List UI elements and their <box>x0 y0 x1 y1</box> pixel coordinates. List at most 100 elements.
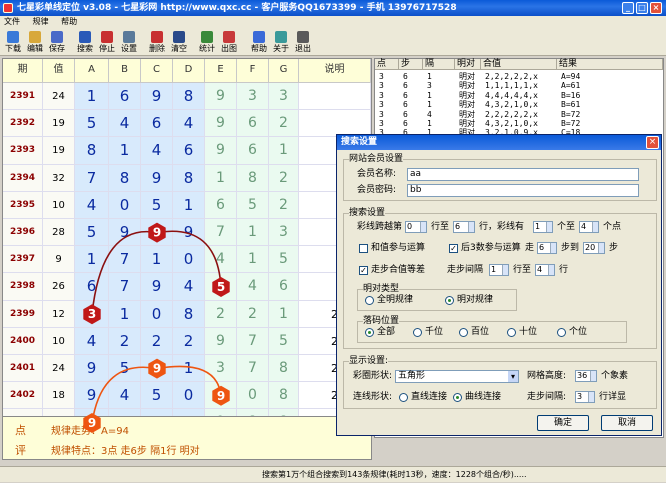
marker-digit: 9 <box>153 362 161 376</box>
result-column-header[interactable]: 隔 <box>423 59 455 70</box>
points-from[interactable]: 1 <box>533 221 553 233</box>
result-column-header[interactable]: 点 <box>375 59 399 70</box>
summary-label: 评 <box>15 444 26 457</box>
toolbar-label: 清空 <box>171 44 187 53</box>
cross-row-to[interactable]: 6 <box>453 221 475 233</box>
gap-from[interactable]: 1 <box>489 264 509 276</box>
result-row[interactable]: 3 6 1 明对 4,3,2,1,0,x B=72 <box>375 119 663 128</box>
help-icon <box>253 31 265 43</box>
result-cell: 6 <box>403 100 408 110</box>
toolbar-label: 统计 <box>199 44 215 53</box>
toolbar-label: 退出 <box>295 44 311 53</box>
number-grid: 953999 期值 A B C D E F G 说明 2391 24 1 6 9 8 9 3 3 2392 19 5 4 6… <box>2 58 372 438</box>
position-radio[interactable] <box>459 328 468 337</box>
result-cell: 1 <box>427 72 432 81</box>
result-column-header[interactable]: 合值 <box>481 59 557 70</box>
menu-file[interactable]: 文件 <box>4 17 20 26</box>
result-row[interactable]: 3 6 1 明对 4,4,4,4,4,x B=16 <box>375 91 663 100</box>
menu-rules[interactable]: 规律 <box>33 17 49 26</box>
toolbar-help-button[interactable]: 帮助 <box>248 30 270 54</box>
title-bar: 七星彩单线定位 v3.08 - 七星彩网 http://www.qxc.cc -… <box>0 0 666 16</box>
search-icon <box>79 31 91 43</box>
toolbar-delete-button[interactable]: 删除 <box>146 30 168 54</box>
cross-row-from[interactable]: 0 <box>405 221 427 233</box>
toolbar-stop-button[interactable]: 停止 <box>96 30 118 54</box>
cross-row-to-label: 行至 <box>431 222 450 233</box>
result-cell: 1,1,1,1,1,x <box>485 81 538 91</box>
result-cell: 6 <box>403 81 408 91</box>
toolbar-download-button[interactable]: 下载 <box>2 30 24 54</box>
shape-select[interactable]: 五角形 <box>395 370 519 383</box>
edit-icon <box>29 31 41 43</box>
last3-checkbox[interactable]: ✓ <box>449 244 458 253</box>
result-cell: 3 <box>379 119 384 128</box>
close-button[interactable]: × <box>650 2 662 14</box>
points-to[interactable]: 4 <box>579 221 599 233</box>
toolbar-label: 出图 <box>221 44 237 53</box>
menu-bar: 文件 规律 帮助 <box>0 16 666 28</box>
result-column-header[interactable]: 步 <box>399 59 423 70</box>
line-points-label: 行，彩线有 <box>479 222 525 233</box>
toolbar-stats-button[interactable]: 统计 <box>196 30 218 54</box>
gap-to[interactable]: 4 <box>535 264 555 276</box>
step-gap-input[interactable]: 3 <box>575 391 595 403</box>
dialog-close-button[interactable]: × <box>646 136 659 149</box>
line-straight-label: 直线连接 <box>411 392 448 403</box>
position-radio-label: 百位 <box>471 327 490 338</box>
step-from[interactable]: 6 <box>537 242 557 254</box>
result-cell: B=16 <box>561 90 581 100</box>
result-row[interactable]: 3 6 4 明对 2,2,2,2,2,x B=72 <box>375 110 663 119</box>
result-column-header[interactable]: 明对 <box>455 59 481 70</box>
result-cell: 2,2,2,2,2,x <box>485 72 538 81</box>
position-radio[interactable] <box>507 328 516 337</box>
toolbar-label: 停止 <box>99 44 115 53</box>
toolbar-clear-button[interactable]: 清空 <box>168 30 190 54</box>
cancel-button[interactable]: 取消 <box>601 415 653 431</box>
menu-help[interactable]: 帮助 <box>61 17 77 26</box>
pair-all-label: 全明规律 <box>377 295 414 306</box>
result-cell: 明对 <box>459 90 475 100</box>
result-cell: B=72 <box>561 109 581 119</box>
line-curve-radio[interactable] <box>453 393 462 402</box>
save-icon <box>51 31 63 43</box>
result-row[interactable]: 3 6 3 明对 1,1,1,1,1,x A=61 <box>375 81 663 90</box>
toolbar-search-button[interactable]: 搜索 <box>74 30 96 54</box>
trend-curve <box>91 230 222 315</box>
pair-mingdui-label: 明对规律 <box>457 295 494 306</box>
trend-lines: 9 5 3 9 9 9 <box>83 222 230 433</box>
grid-height-input[interactable]: 36 <box>575 370 597 382</box>
member-name-input[interactable]: aa <box>407 168 639 181</box>
step-to[interactable]: 20 <box>583 242 605 254</box>
marker-digit: 9 <box>217 389 225 403</box>
member-password-input[interactable]: bb <box>407 184 639 197</box>
ok-button[interactable]: 确定 <box>537 415 589 431</box>
toolbar-about-button[interactable]: 关于 <box>270 30 292 54</box>
maximize-button[interactable]: □ <box>636 2 648 14</box>
result-cell: 3 <box>379 81 384 91</box>
toolbar-settings-button[interactable]: 设置 <box>118 30 140 54</box>
result-cell: 6 <box>403 90 408 100</box>
result-cell: 明对 <box>459 100 475 110</box>
result-column-header[interactable]: 结果 <box>557 59 663 70</box>
result-cell: 3 <box>379 109 384 119</box>
toolbar-save-button[interactable]: 保存 <box>46 30 68 54</box>
position-radio[interactable] <box>557 328 566 337</box>
line-straight-radio[interactable] <box>399 393 408 402</box>
gap-unit-label: 行 <box>559 265 569 276</box>
result-cell: 3 <box>379 100 384 110</box>
gap-to-label: 行至 <box>513 265 532 276</box>
minimize-button[interactable]: _ <box>622 2 634 14</box>
result-cell: 6 <box>403 119 408 128</box>
toolbar-chart-button[interactable]: 出图 <box>218 30 240 54</box>
position-radio[interactable] <box>413 328 422 337</box>
result-row[interactable]: 3 6 1 明对 2,2,2,2,2,x A=94 <box>375 72 663 81</box>
position-radio-label: 千位 <box>425 327 444 338</box>
toolbar-label: 设置 <box>121 44 137 53</box>
toolbar-exit-button[interactable]: 退出 <box>292 30 314 54</box>
result-row[interactable]: 3 6 1 明对 4,3,2,1,0,x B=61 <box>375 100 663 109</box>
result-cell: 4,3,2,1,0,x <box>485 100 538 110</box>
delete-icon <box>151 31 163 43</box>
pair-mingdui-radio[interactable] <box>445 296 454 305</box>
step-label: 走 <box>525 243 535 254</box>
toolbar-edit-button[interactable]: 编辑 <box>24 30 46 54</box>
